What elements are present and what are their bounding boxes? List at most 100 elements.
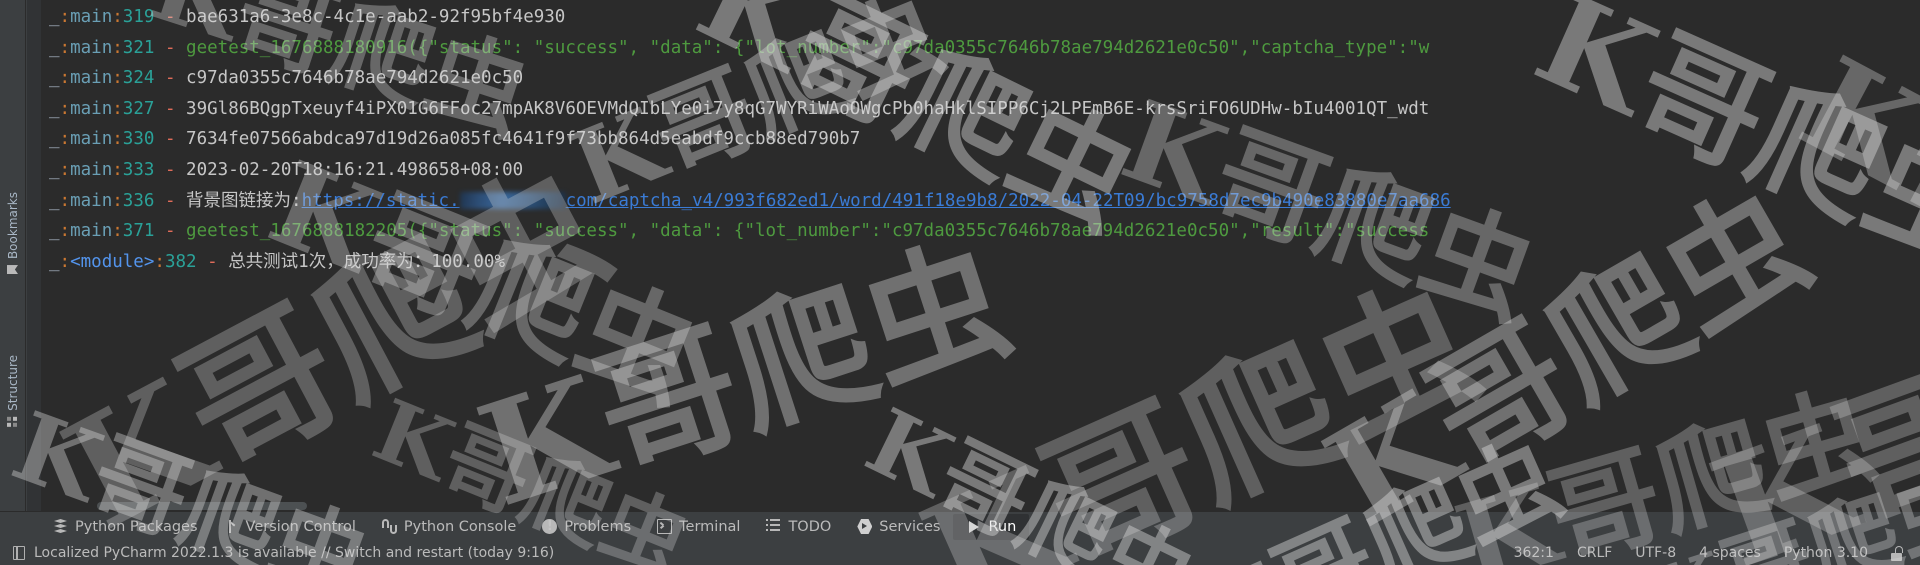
log-separator: : — [59, 159, 71, 180]
log-space — [154, 7, 165, 27]
file-encoding[interactable]: UTF-8 — [1635, 545, 1676, 561]
todo-icon — [766, 519, 781, 534]
log-dash: - — [164, 159, 176, 180]
indent-setting[interactable]: 4 spaces — [1699, 545, 1761, 561]
tool-window-button-run[interactable]: Run — [953, 513, 1030, 540]
log-space — [176, 221, 187, 241]
log-prefix: _ — [49, 221, 60, 242]
log-dash: - — [164, 129, 176, 150]
tool-window-button-label: Problems — [564, 518, 632, 535]
tool-window-button-label: Services — [879, 518, 941, 535]
unlocked-icon[interactable] — [1891, 545, 1904, 561]
log-space — [154, 99, 165, 119]
log-separator: : — [59, 251, 71, 272]
tool-window-button-label: Terminal — [679, 518, 741, 535]
log-scope: main — [70, 68, 113, 89]
log-prefix: _ — [49, 129, 60, 150]
console-log-line: _:main:371 - geetest_1676888182205({"sta… — [41, 216, 1920, 247]
log-message: bae631a6-3e8c-4c1e-aab2-92f95bf4e930 — [186, 7, 566, 27]
log-scope: main — [70, 129, 113, 150]
caret-position[interactable]: 362:1 — [1514, 545, 1554, 561]
log-line-number: 382 — [164, 251, 197, 272]
log-dash: - — [164, 221, 176, 242]
log-space — [176, 38, 187, 58]
log-scope: main — [70, 7, 113, 27]
structure-icon — [7, 416, 19, 427]
console-log-line: _:main:327 - 39Gl86BQgpTxeuyf4iPX01G6FFo… — [41, 94, 1920, 125]
log-message: geetest_1676888180916({"status": "succes… — [186, 37, 1430, 58]
tool-window-button-python-packages[interactable]: Python Packages — [40, 514, 211, 540]
log-prefix: _ — [49, 190, 60, 211]
log-dash: - — [164, 7, 176, 27]
log-prefix: _ — [49, 159, 60, 180]
log-space — [154, 191, 165, 211]
sidebar-item-structure[interactable]: Structure — [0, 351, 26, 431]
log-dash: - — [164, 98, 176, 119]
log-line-number: 333 — [122, 159, 155, 180]
console-log-line: _:main:336 - 背景图链接为:https://static. com/c… — [41, 186, 1920, 217]
log-line-number: 371 — [122, 221, 155, 242]
log-space — [176, 68, 187, 88]
log-prefix: _ — [49, 68, 60, 89]
console-horizontal-scrollbar[interactable] — [41, 500, 1920, 511]
branch-icon — [224, 519, 239, 534]
log-space — [176, 99, 187, 119]
log-line-number: 321 — [122, 37, 155, 58]
log-scope: <module> — [70, 251, 155, 272]
log-separator: : — [154, 251, 165, 272]
status-indicators: 362:1 CRLF UTF-8 4 spaces Python 3.10 — [1514, 545, 1920, 561]
python-interpreter[interactable]: Python 3.10 — [1784, 545, 1868, 561]
log-message: 7634fe07566abdca97d19d26a085fc4641f9f73b… — [186, 129, 861, 150]
tool-window-button-terminal[interactable]: Terminal — [644, 514, 753, 540]
tool-window-button-label: Run — [988, 518, 1017, 535]
log-space — [218, 252, 229, 272]
log-separator: : — [112, 98, 123, 119]
console-log-line: _:main:321 - geetest_1676888180916({"sta… — [41, 33, 1920, 64]
log-dash: - — [207, 251, 218, 272]
tool-window-button-problems[interactable]: ! Problems — [529, 514, 644, 540]
log-line-number: 324 — [122, 68, 155, 89]
log-message: 39Gl86BQgpTxeuyf4iPX01G6FFoc27mpAK8V6OEV… — [186, 98, 1430, 119]
status-notification[interactable]: Localized PyCharm 2022.1.3 is available … — [0, 545, 554, 561]
packages-icon — [53, 519, 68, 534]
log-scope: main — [70, 98, 113, 119]
log-space — [154, 129, 165, 149]
problems-icon: ! — [542, 519, 558, 534]
log-scope: main — [70, 159, 113, 180]
log-separator: : — [112, 190, 123, 211]
tool-window-bar: Python Packages Version Control Python Con… — [0, 511, 1920, 541]
log-prefix: _ — [49, 251, 60, 272]
log-line-number: 330 — [122, 129, 155, 150]
sidebar-item-bookmarks[interactable]: Bookmarks — [0, 188, 26, 279]
log-scope: main — [70, 221, 113, 242]
redacted-domain — [459, 191, 566, 209]
log-dash: - — [164, 68, 176, 89]
log-space — [176, 7, 187, 27]
run-console-panel[interactable]: _:main:319 - bae631a6-3e8c-4c1e-aab2-92f… — [27, 0, 1920, 511]
tool-window-button-todo[interactable]: TODO — [753, 514, 844, 540]
log-separator: : — [59, 37, 71, 58]
log-dash: - — [164, 37, 176, 58]
log-separator: : — [59, 68, 71, 89]
log-space — [154, 68, 165, 88]
log-space — [154, 38, 165, 58]
notification-icon — [13, 546, 25, 560]
tool-window-button-version-control[interactable]: Version Control — [211, 514, 369, 540]
log-separator: : — [112, 159, 123, 180]
log-separator: : — [59, 98, 71, 119]
services-icon — [857, 519, 873, 534]
tool-window-button-services[interactable]: Services — [844, 514, 953, 540]
console-log-line: _:main:330 - 7634fe07566abdca97d19d26a08… — [41, 124, 1920, 155]
log-separator: : — [112, 37, 123, 58]
line-separator[interactable]: CRLF — [1577, 545, 1612, 561]
log-separator: : — [112, 221, 123, 242]
tool-window-button-python-console[interactable]: Python Console — [369, 514, 529, 540]
log-separator: : — [112, 129, 123, 150]
run-icon — [966, 519, 981, 534]
scrollbar-thumb[interactable] — [97, 502, 307, 510]
console-log: _:main:319 - bae631a6-3e8c-4c1e-aab2-92f… — [41, 0, 1920, 277]
log-separator: : — [112, 68, 123, 89]
log-separator: : — [59, 221, 71, 242]
tool-window-button-label: Version Control — [245, 518, 356, 535]
log-space — [154, 221, 165, 241]
